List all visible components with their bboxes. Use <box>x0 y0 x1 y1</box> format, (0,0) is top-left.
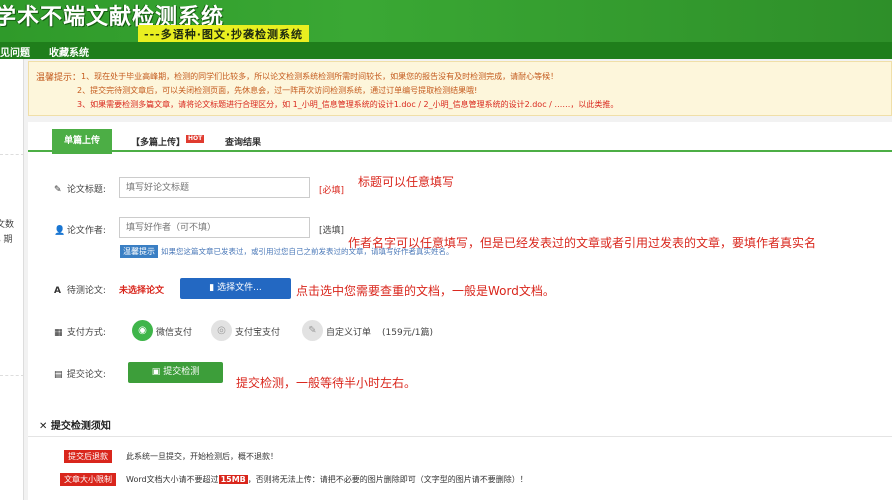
annotation-submit: 提交检测，一般等待半小时左右。 <box>236 376 417 390</box>
pay-custom-label: 自定义订单 <box>326 328 372 338</box>
price-text: (159元/1篇) <box>382 328 433 338</box>
file-label: 待测论文: <box>66 286 106 296</box>
rule-text-pre: Word文档大小请不要超过 <box>126 475 219 484</box>
rules-title: 提交检测须知 <box>50 421 111 432</box>
notice-box: 温馨提示： 1、现在处于毕业高峰期，检测的同学们比较多，所以论文检测系统检测所需… <box>28 61 892 116</box>
annotation-title: 标题可以任意填写 <box>358 175 455 189</box>
sidebar-divider <box>0 375 24 376</box>
notice-title: 温馨提示： <box>36 73 82 83</box>
tab-multi-label: 【多篇上传】 <box>131 138 186 148</box>
user-icon: 👤 <box>54 226 66 236</box>
title-input[interactable] <box>119 177 310 198</box>
no-file-status: 未选择论文 <box>119 286 165 296</box>
file-label-row: A 待测论文: <box>54 283 106 296</box>
file-icon: ▮ <box>209 283 215 293</box>
submit-button[interactable]: ▣ 提交检测 <box>128 362 223 383</box>
tab-query-results[interactable]: 查询结果 <box>225 135 261 148</box>
tab-underline <box>28 150 892 152</box>
size-limit: 15MB <box>218 475 248 484</box>
lock-icon: ▣ <box>151 367 161 377</box>
author-label-row: 👤 论文作者: <box>54 223 106 236</box>
optional-tag: [选填] <box>319 226 345 236</box>
document-icon: ▤ <box>54 370 63 380</box>
title-label-row: ✎ 论文标题: <box>54 182 106 195</box>
site-subtitle: ---多语种·图文·抄袭检测系统 <box>138 25 310 43</box>
hot-badge: HOT <box>186 135 205 143</box>
upload-panel: 单篇上传 【多篇上传】HOT 查询结果 ✎ 论文标题: [必填] 👤 论文作者:… <box>28 122 892 500</box>
sidebar-divider <box>0 154 24 155</box>
hint-badge: 温馨提示 <box>120 245 158 258</box>
required-tag: [必填] <box>319 186 345 196</box>
sidebar-text: 文数 <box>0 220 15 230</box>
rule-text: 此系统一旦提交，开始检测后，概不退款！ <box>126 452 278 461</box>
author-label: 论文作者: <box>66 226 106 236</box>
tab-multi-upload[interactable]: 【多篇上传】 HOT <box>131 135 205 148</box>
notice-line: 2、提交完待测文章后，可以关闭检测页面，先休息会，过一阵再次访问检测系统，通过订… <box>77 86 478 95</box>
choose-file-label: 选择文件... <box>217 283 262 293</box>
submit-label-row: ▤ 提交论文: <box>54 367 106 380</box>
annotation-file: 点击选中您需要查重的文档，一般是Word文档。 <box>296 284 555 298</box>
title-label: 论文标题: <box>66 185 106 195</box>
pay-label-row: ▦ 支付方式: <box>54 325 106 338</box>
notice-line: 1、现在处于毕业高峰期，检测的同学们比较多，所以论文检测系统检测所需时间较长，如… <box>81 72 559 81</box>
author-input[interactable] <box>119 217 310 238</box>
pay-wechat-label: 微信支付 <box>156 328 193 338</box>
nav-bar: 见问题 收藏系统 <box>0 42 892 59</box>
edit-icon: ✎ <box>302 320 323 341</box>
rules-title-row: ✕ 提交检测须知 <box>39 417 111 432</box>
annotation-author: 作者名字可以任意填写，但是已经发表过的文章或者引用过发表的文章，要填作者真实名 <box>348 236 817 250</box>
left-sidebar: 文数 s 期 <box>0 59 24 500</box>
site-header: 学术不端文献检测系统 ---多语种·图文·抄袭检测系统 <box>0 0 892 43</box>
notice-line: 3、如果需要检测多篇文章，请将论文标题进行合理区分，如 1_小明_信息管理系统的… <box>77 100 619 109</box>
grid-icon: ▦ <box>54 328 63 338</box>
nav-item-faq[interactable]: 见问题 <box>0 44 30 59</box>
pen-icon: ✎ <box>54 185 62 195</box>
font-icon: A <box>54 286 61 296</box>
rule-badge: 提交后退款 <box>64 450 112 463</box>
section-divider <box>28 436 892 437</box>
rule-text-post: ，否则将无法上传：请把不必要的图片删除即可（文字型的图片请不要删除）！ <box>247 475 528 484</box>
rule-badge: 文章大小限制 <box>60 473 116 486</box>
choose-file-button[interactable]: ▮ 选择文件... <box>180 278 291 299</box>
wechat-icon: ◉ <box>132 320 153 341</box>
rule-text: Word文档大小请不要超过 15MB ，否则将无法上传：请把不必要的图片删除即可（文… <box>126 474 528 485</box>
pay-alipay-label: 支付宝支付 <box>235 328 281 338</box>
pay-label: 支付方式: <box>66 328 106 338</box>
submit-button-label: 提交检测 <box>163 367 200 377</box>
submit-label: 提交论文: <box>66 370 106 380</box>
wrench-icon: ✕ <box>39 421 48 432</box>
alipay-icon: ◎ <box>211 320 232 341</box>
sidebar-text: s 期 <box>0 235 13 245</box>
nav-item-bookmark[interactable]: 收藏系统 <box>49 44 89 59</box>
